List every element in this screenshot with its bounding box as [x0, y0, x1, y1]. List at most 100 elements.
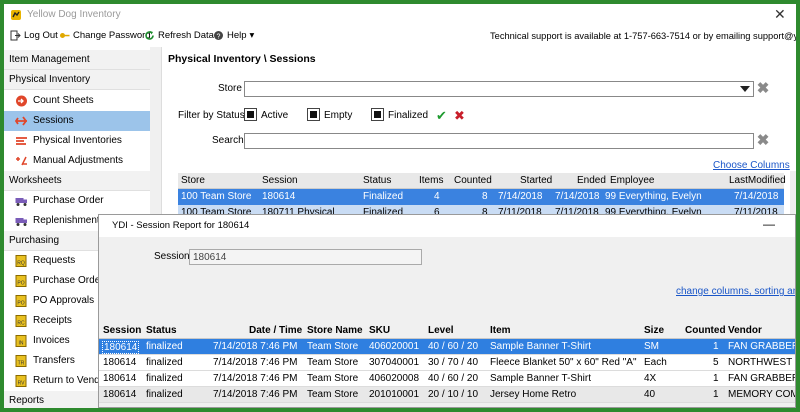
- col-last-modified[interactable]: LastModified: [729, 175, 786, 186]
- sidebar-item-purchase-order[interactable]: Purchase Order: [4, 191, 150, 211]
- col-employee[interactable]: Employee: [610, 175, 654, 186]
- table-row[interactable]: 180614 finalized 7/14/2018 7:46 PM Team …: [99, 339, 796, 355]
- help-menu[interactable]: ? Help ▾: [213, 30, 254, 41]
- sidebar-item-manual-adjustments[interactable]: Manual Adjustments: [4, 151, 150, 171]
- col-store[interactable]: Store: [181, 175, 205, 186]
- cell-started: 7/14/2018: [498, 191, 543, 202]
- sidebar-item-label: Transfers: [33, 355, 75, 366]
- col-status[interactable]: Status: [146, 325, 177, 336]
- cell-size: SM: [644, 341, 659, 352]
- report-body: Session 180614 change columns, sorting a…: [99, 237, 796, 407]
- cell-counted: 1: [713, 341, 719, 352]
- cell-vendor: FAN GRABBER: [728, 341, 796, 352]
- grid-scrollbar[interactable]: [790, 171, 796, 217]
- sidebar-item-physical-inventories[interactable]: Physical Inventories: [4, 131, 150, 151]
- col-level[interactable]: Level: [428, 325, 454, 336]
- log-out-button[interactable]: Log Out: [10, 30, 58, 41]
- refresh-data-button[interactable]: Refresh Data: [144, 30, 214, 41]
- change-password-button[interactable]: Change Password: [59, 30, 151, 41]
- col-started[interactable]: Started: [520, 175, 552, 186]
- cell-status: finalized: [146, 389, 183, 400]
- session-report-window: YDI - Session Report for 180614 — Sessio…: [98, 214, 796, 408]
- table-row[interactable]: 100 Team Store 180614 Finalized 4 8 7/14…: [178, 189, 784, 205]
- cell-datetime: 7/14/2018 7:46 PM: [213, 389, 298, 400]
- cell-sku: 307040001: [369, 357, 420, 368]
- chevron-down-icon: ▾: [249, 30, 255, 41]
- col-session[interactable]: Session: [103, 325, 141, 336]
- sidebar-item-label: Purchase Order: [33, 195, 104, 206]
- table-row[interactable]: 180614 finalized 7/14/2018 7:46 PM Team …: [99, 371, 796, 387]
- cell-status: finalized: [146, 341, 183, 352]
- reset-filter-icon[interactable]: ✖: [454, 108, 465, 124]
- cell-size: 4X: [644, 373, 657, 384]
- sidebar-item-label: Receipts: [33, 315, 72, 326]
- cell-level: 40 / 60 / 20: [428, 373, 479, 384]
- cell-vendor: FAN GRABBER: [728, 373, 796, 384]
- col-vendor[interactable]: Vendor: [728, 325, 762, 336]
- empty-label: Empty: [324, 110, 353, 121]
- cell-store-name: Team Store: [307, 341, 359, 352]
- chevron-down-icon: [740, 86, 750, 92]
- finalized-label: Finalized: [388, 110, 429, 121]
- cell-size: 40: [644, 389, 656, 400]
- report-window-title: YDI - Session Report for 180614: [112, 220, 250, 231]
- col-status[interactable]: Status: [363, 175, 391, 186]
- cell-datetime: 7/14/2018 7:46 PM: [213, 341, 298, 352]
- sidebar-item-label: PO Approvals: [33, 295, 95, 306]
- cell-last-modified: 7/14/2018: [734, 191, 779, 202]
- cell-vendor: NORTHWEST CO: [728, 357, 795, 368]
- finalized-checkbox[interactable]: [371, 108, 384, 121]
- sidebar-item-label: Manual Adjustments: [33, 155, 124, 166]
- close-window-icon[interactable]: ✕: [774, 6, 786, 23]
- change-columns-link[interactable]: change columns, sorting and: [676, 286, 795, 297]
- session-label: Session: [154, 251, 190, 262]
- truck-icon: [15, 198, 27, 206]
- sidebar-section-worksheets[interactable]: Worksheets: [4, 171, 150, 191]
- empty-checkbox[interactable]: [307, 108, 320, 121]
- table-row[interactable]: 180614 finalized 7/14/2018 7:46 PM Team …: [99, 387, 795, 403]
- col-session[interactable]: Session: [262, 175, 298, 186]
- return-to-vendor-doc-icon: RV: [15, 375, 28, 387]
- table-row[interactable]: 180614 finalized 7/14/2018 7:46 PM Team …: [99, 355, 795, 371]
- active-checkbox[interactable]: [244, 108, 257, 121]
- cell-counted: 5: [713, 357, 719, 368]
- apply-filter-icon[interactable]: ✔: [436, 108, 447, 124]
- cell-item: Fleece Blanket 50" x 60" Red "A": [490, 357, 637, 368]
- receipts-doc-icon: RC: [15, 315, 28, 327]
- search-label: Search: [212, 135, 244, 146]
- store-select[interactable]: [244, 81, 754, 97]
- col-counted[interactable]: Counted: [685, 325, 726, 336]
- col-items[interactable]: Items: [419, 175, 443, 186]
- col-ended[interactable]: Ended: [577, 175, 606, 186]
- sidebar-item-count-sheets[interactable]: Count Sheets: [4, 91, 150, 111]
- yellow-dog-logo-icon: [11, 10, 21, 20]
- refresh-data-label: Refresh Data: [158, 30, 214, 41]
- toolbar: Log Out Change Password Refresh Data ? H…: [4, 26, 796, 46]
- col-store-name[interactable]: Store Name: [307, 325, 363, 336]
- col-datetime[interactable]: Date / Time: [249, 325, 302, 336]
- help-label: Help: [227, 30, 247, 41]
- cell-ended: 7/14/2018: [555, 191, 600, 202]
- cell-item: Sample Banner T-Shirt: [490, 373, 591, 384]
- svg-text:RQ: RQ: [17, 261, 25, 267]
- col-item[interactable]: Item: [490, 325, 511, 336]
- col-sku[interactable]: SKU: [369, 325, 390, 336]
- cell-level: 40 / 60 / 20: [428, 341, 479, 352]
- cell-store-name: Team Store: [307, 357, 359, 368]
- change-password-label: Change Password: [73, 30, 151, 41]
- clear-store-icon[interactable]: ✖: [756, 81, 770, 96]
- requests-doc-icon: RQ: [15, 255, 28, 267]
- cell-counted: 1: [713, 373, 719, 384]
- choose-columns-link[interactable]: Choose Columns: [713, 160, 790, 171]
- sidebar-section-physical-inventory[interactable]: Physical Inventory: [4, 70, 150, 90]
- cell-sku: 201010001: [369, 389, 420, 400]
- cell-sku: 406020001: [369, 341, 420, 352]
- col-counted[interactable]: Counted: [454, 175, 492, 186]
- clear-search-icon[interactable]: ✖: [756, 133, 770, 148]
- search-input[interactable]: [244, 133, 754, 149]
- sidebar-item-sessions[interactable]: Sessions: [4, 111, 150, 131]
- log-out-label: Log Out: [24, 30, 58, 41]
- minimize-icon[interactable]: —: [763, 217, 775, 231]
- col-size[interactable]: Size: [644, 325, 664, 336]
- sidebar-section-item-management[interactable]: Item Management: [4, 50, 150, 70]
